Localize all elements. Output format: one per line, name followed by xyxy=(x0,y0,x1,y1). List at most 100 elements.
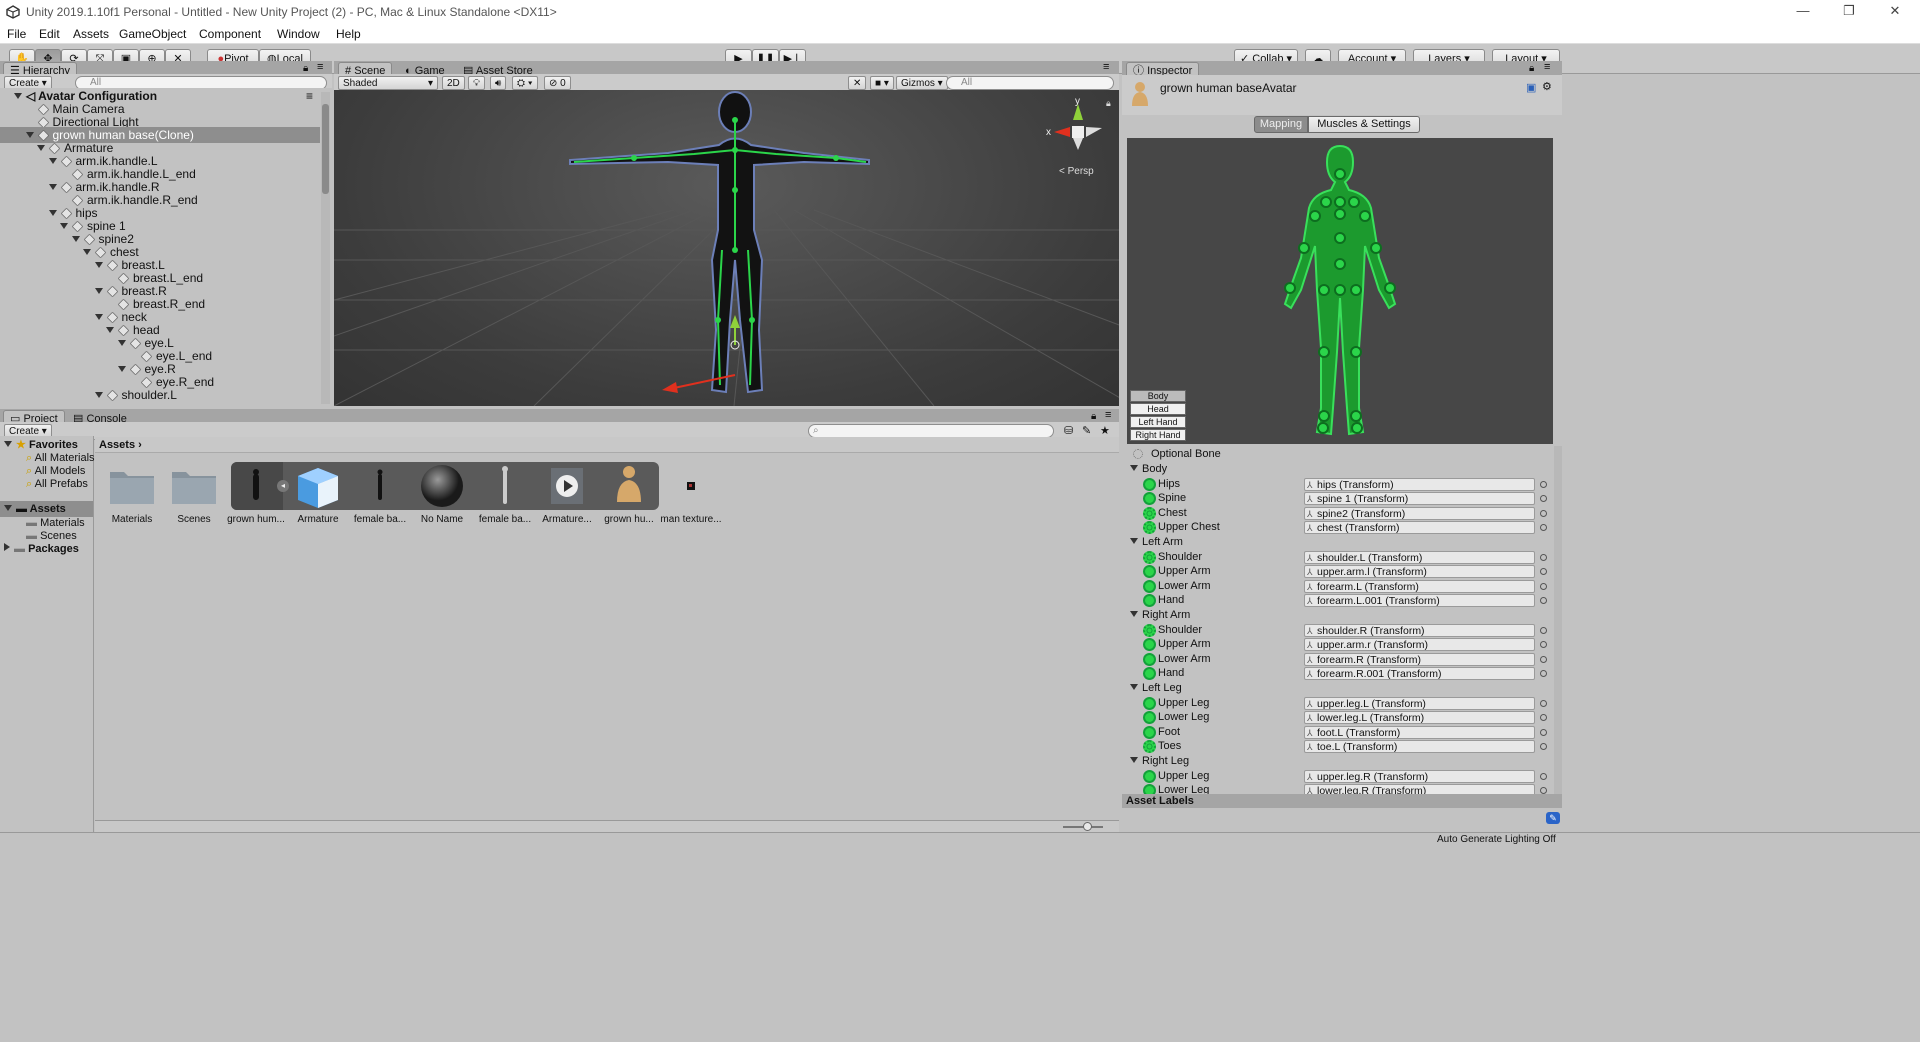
view-body-button[interactable]: Body xyxy=(1130,390,1186,402)
menu-window[interactable]: Window xyxy=(277,27,320,41)
object-picker-icon[interactable] xyxy=(1540,480,1547,488)
object-picker-icon[interactable] xyxy=(1540,582,1547,590)
effects-dropdown[interactable]: ⛭ ▾ xyxy=(512,76,538,90)
asset-item[interactable]: No Name xyxy=(412,462,472,525)
gizmo-lock-icon[interactable]: 🔒︎ xyxy=(1106,98,1111,108)
panel-menu-icon[interactable]: ≡ xyxy=(1103,61,1109,73)
lock-icon[interactable]: 🔒︎ xyxy=(1091,411,1096,422)
expand-arrow-icon[interactable] xyxy=(1130,757,1138,763)
hierarchy-scrollbar[interactable] xyxy=(321,92,330,404)
bone-transform-field[interactable]: forearm.L.001 (Transform) xyxy=(1304,594,1535,608)
bone-group-header[interactable]: Left Arm xyxy=(1130,535,1183,549)
toggle-2d-button[interactable]: 2D xyxy=(442,76,465,90)
object-picker-icon[interactable] xyxy=(1540,728,1547,736)
orientation-gizmo[interactable] xyxy=(1054,104,1102,150)
filter-label-icon[interactable]: ✎ xyxy=(1082,424,1091,437)
muscles-settings-tab[interactable]: Muscles & Settings xyxy=(1308,116,1420,133)
filter-type-icon[interactable]: ⛁ xyxy=(1064,424,1073,437)
x-arrow-icon[interactable] xyxy=(662,382,678,393)
expand-arrow-icon[interactable] xyxy=(1130,538,1138,544)
bone-status-icon[interactable] xyxy=(1143,725,1156,739)
help-book-icon[interactable]: ▣ xyxy=(1526,81,1536,94)
menu-gameobject[interactable]: GameObject xyxy=(119,27,186,41)
avatar-model[interactable] xyxy=(569,91,870,394)
asset-item[interactable]: Armature... xyxy=(537,462,597,525)
bone-transform-field[interactable]: lower.leg.L (Transform) xyxy=(1304,711,1535,725)
favorite-all-prefabs[interactable]: ⌕ All Prefabs xyxy=(26,476,88,492)
bone-transform-field[interactable]: shoulder.L (Transform) xyxy=(1304,550,1535,564)
mapping-tab[interactable]: Mapping xyxy=(1254,116,1308,133)
expand-arrow-icon[interactable] xyxy=(48,210,57,216)
expand-arrow-icon[interactable] xyxy=(71,236,80,242)
asset-item[interactable]: Materials xyxy=(102,462,162,525)
expand-arrow-icon[interactable] xyxy=(4,505,12,511)
y-arrow-icon[interactable] xyxy=(730,315,740,328)
scene-viewport[interactable]: y x 🔒︎ < Persp xyxy=(334,90,1119,406)
object-picker-icon[interactable] xyxy=(1540,655,1547,663)
bone-transform-field[interactable]: forearm.R (Transform) xyxy=(1304,652,1535,666)
bone-transform-field[interactable]: forearm.R.001 (Transform) xyxy=(1304,667,1535,681)
object-picker-icon[interactable] xyxy=(1540,699,1547,707)
asset-item[interactable]: female ba... xyxy=(350,462,410,525)
bone-status-icon[interactable] xyxy=(1143,623,1156,637)
expand-arrow-icon[interactable] xyxy=(106,327,114,333)
scene-search-input[interactable]: All xyxy=(946,76,1114,90)
bone-transform-field[interactable]: forearm.L (Transform) xyxy=(1304,579,1535,593)
tools-toggle[interactable]: ✕ xyxy=(848,76,867,90)
panel-menu-icon[interactable]: ≡ xyxy=(1544,61,1550,73)
slider-handle[interactable] xyxy=(1083,822,1092,831)
bone-status-icon[interactable] xyxy=(1143,769,1156,783)
lighting-status[interactable]: Auto Generate Lighting Off xyxy=(1437,833,1556,846)
bone-group-header[interactable]: Right Leg xyxy=(1130,754,1189,768)
expand-arrow-icon[interactable] xyxy=(48,158,57,164)
asset-item[interactable]: grown hu... xyxy=(599,462,659,525)
object-picker-icon[interactable] xyxy=(1540,509,1547,517)
gear-icon[interactable]: ⚙ xyxy=(1542,80,1552,93)
inspector-scrollbar[interactable] xyxy=(1554,446,1562,794)
bone-transform-field[interactable]: foot.L (Transform) xyxy=(1304,725,1535,739)
bone-status-icon[interactable] xyxy=(1143,652,1156,666)
expand-arrow-icon[interactable] xyxy=(1130,611,1138,617)
bone-transform-field[interactable]: hips (Transform) xyxy=(1304,477,1535,491)
minimize-button[interactable]: — xyxy=(1780,0,1826,24)
panel-menu-icon[interactable]: ≡ xyxy=(1105,409,1111,421)
lock-icon[interactable]: 🔒︎ xyxy=(303,63,308,74)
persp-label[interactable]: < Persp xyxy=(1059,166,1094,177)
view-head-button[interactable]: Head xyxy=(1130,403,1186,415)
bone-status-icon[interactable] xyxy=(1143,579,1156,593)
bone-transform-field[interactable]: spine 1 (Transform) xyxy=(1304,492,1535,506)
bone-group-header[interactable]: Right Arm xyxy=(1130,608,1190,622)
expand-arrow-icon[interactable] xyxy=(14,93,22,99)
close-button[interactable]: ✕ xyxy=(1872,0,1918,24)
scrollbar-thumb[interactable] xyxy=(322,104,329,194)
bone-transform-field[interactable]: upper.arm.r (Transform) xyxy=(1304,638,1535,652)
bone-group-header[interactable]: Body xyxy=(1130,462,1167,476)
expand-arrow-icon[interactable] xyxy=(4,441,12,447)
menu-help[interactable]: Help xyxy=(336,27,361,41)
bone-status-icon[interactable] xyxy=(1143,550,1156,564)
menu-assets[interactable]: Assets xyxy=(73,27,109,41)
expand-arrow-icon[interactable] xyxy=(94,392,103,398)
bone-transform-field[interactable]: upper.arm.l (Transform) xyxy=(1304,565,1535,579)
favorite-star-icon[interactable]: ★ xyxy=(1100,424,1110,437)
tag-icon[interactable]: ✎ xyxy=(1546,812,1560,824)
bone-status-icon[interactable] xyxy=(1143,477,1156,491)
view-right-hand-button[interactable]: Right Hand xyxy=(1130,429,1186,441)
bone-transform-field[interactable]: spine2 (Transform) xyxy=(1304,506,1535,520)
menu-file[interactable]: File xyxy=(7,27,26,41)
bone-status-icon[interactable] xyxy=(1143,696,1156,710)
asset-item[interactable]: Scenes xyxy=(164,462,224,525)
hierarchy-row[interactable]: shoulder.L xyxy=(0,387,177,403)
expand-arrow-icon[interactable] xyxy=(1130,465,1138,471)
bone-status-icon[interactable] xyxy=(1143,506,1156,520)
collapse-arrow-icon[interactable] xyxy=(4,543,10,551)
expand-arrow-icon[interactable] xyxy=(94,314,103,320)
expand-arrow-icon[interactable] xyxy=(117,340,126,346)
panel-menu-icon[interactable]: ≡ xyxy=(317,61,323,73)
expand-arrow-icon[interactable] xyxy=(60,223,68,229)
bone-transform-field[interactable]: toe.L (Transform) xyxy=(1304,740,1535,754)
asset-item[interactable]: Armature xyxy=(288,462,348,525)
object-picker-icon[interactable] xyxy=(1540,626,1547,634)
scene-menu-icon[interactable]: ≡ xyxy=(306,89,313,103)
bone-group-header[interactable]: Left Leg xyxy=(1130,681,1182,695)
